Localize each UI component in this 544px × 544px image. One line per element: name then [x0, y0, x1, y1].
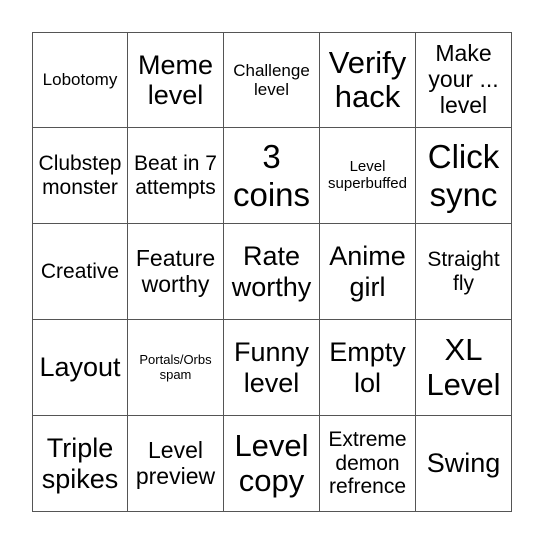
bingo-cell[interactable]: Lobotomy: [32, 32, 128, 128]
cell-label: Empty lol: [329, 337, 406, 398]
cell-label: Creative: [40, 259, 120, 283]
bingo-cell[interactable]: XL Level: [416, 320, 512, 416]
bingo-cell[interactable]: Creative: [32, 224, 128, 320]
cell-label: Funny level: [233, 337, 310, 398]
bingo-cell[interactable]: Anime girl: [320, 224, 416, 320]
bingo-cell[interactable]: Make your ... level: [416, 32, 512, 128]
cell-label: 3 coins: [232, 137, 311, 213]
cell-label: Lobotomy: [42, 70, 118, 90]
cell-label: Beat in 7 attempts: [134, 151, 217, 199]
cell-label: Feature worthy: [135, 244, 216, 297]
cell-label: Make your ... level: [428, 40, 499, 118]
bingo-cell[interactable]: Extreme demon refrence: [320, 416, 416, 512]
cell-label: Meme level: [137, 49, 213, 110]
cell-label: Level superbuffed: [328, 157, 407, 192]
bingo-cell[interactable]: Level copy: [224, 416, 320, 512]
cell-label: Triple spikes: [41, 433, 119, 494]
bingo-cell[interactable]: Click sync: [416, 128, 512, 224]
cell-label: Clubstep monster: [38, 151, 122, 199]
bingo-cell[interactable]: Portals/Orbs spam: [128, 320, 224, 416]
bingo-cell[interactable]: Straight fly: [416, 224, 512, 320]
bingo-cell[interactable]: Triple spikes: [32, 416, 128, 512]
bingo-cell[interactable]: Swing: [416, 416, 512, 512]
bingo-cell[interactable]: Verify hack: [320, 32, 416, 128]
cell-label: Click sync: [427, 137, 500, 213]
cell-label: Level copy: [234, 428, 309, 498]
cell-label: Verify hack: [328, 44, 407, 114]
bingo-cell[interactable]: Empty lol: [320, 320, 416, 416]
cell-label: Layout: [39, 352, 121, 383]
bingo-cell[interactable]: Feature worthy: [128, 224, 224, 320]
cell-label: Anime girl: [329, 241, 406, 302]
cell-label: Straight fly: [427, 247, 500, 295]
bingo-cell[interactable]: Level superbuffed: [320, 128, 416, 224]
bingo-cell[interactable]: Clubstep monster: [32, 128, 128, 224]
bingo-cell[interactable]: Rate worthy: [224, 224, 320, 320]
bingo-cell[interactable]: Beat in 7 attempts: [128, 128, 224, 224]
cell-label: Level preview: [135, 436, 216, 489]
bingo-card: Lobotomy Meme level Challenge level Veri…: [32, 32, 513, 513]
bingo-cell[interactable]: 3 coins: [224, 128, 320, 224]
cell-label: Swing: [426, 448, 501, 479]
bingo-cell[interactable]: Meme level: [128, 32, 224, 128]
bingo-cell[interactable]: Challenge level: [224, 32, 320, 128]
cell-label: Challenge level: [233, 60, 310, 99]
bingo-cell[interactable]: Funny level: [224, 320, 320, 416]
cell-label: Portals/Orbs spam: [139, 351, 212, 382]
bingo-cell[interactable]: Level preview: [128, 416, 224, 512]
cell-label: Rate worthy: [231, 241, 312, 302]
cell-label: XL Level: [426, 332, 501, 402]
cell-label: Extreme demon refrence: [328, 428, 407, 499]
bingo-cell[interactable]: Layout: [32, 320, 128, 416]
